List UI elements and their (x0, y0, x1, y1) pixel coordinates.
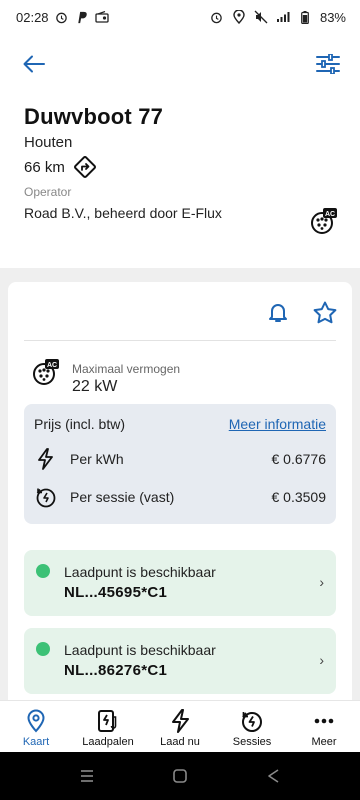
tab-label: Laad nu (160, 736, 200, 748)
price-title: Prijs (incl. btw) (34, 416, 126, 432)
max-power-label: Maximaal vermogen (72, 362, 181, 376)
notify-button[interactable] (266, 300, 290, 324)
tab-meer[interactable]: Meer (288, 701, 360, 752)
operator-label: Operator (24, 185, 72, 199)
connector-card[interactable]: Laadpunt is beschikbaar NL...86276*C1 › (24, 628, 336, 694)
radio-icon (94, 10, 109, 24)
more-info-link[interactable]: Meer informatie (229, 416, 326, 432)
system-back-button[interactable] (253, 756, 293, 796)
station-distance: 66 km (24, 158, 65, 176)
recents-icon (80, 770, 93, 782)
connector-id: NL...86276*C1 (64, 662, 168, 679)
star-icon (313, 301, 337, 324)
connector-status: Laadpunt is beschikbaar (64, 564, 216, 580)
operator-value: Road B.V., beheerd door E-Flux (24, 205, 222, 221)
tab-laad-nu[interactable]: Laad nu (144, 701, 216, 752)
tab-kaart[interactable]: Kaart (0, 701, 72, 752)
bottom-tab-bar: Kaart Laadpalen Laad nu Sessies Meer (0, 700, 360, 752)
system-nav-bar (0, 752, 360, 800)
ac-plug-icon: AC (32, 358, 59, 385)
price-row-kwh: Per kWh € 0.6776 (34, 446, 326, 472)
back-triangle-icon (268, 769, 279, 783)
chevron-right-icon: › (319, 574, 324, 590)
bolt-icon (34, 447, 58, 471)
station-city: Houten (24, 134, 73, 151)
available-status-dot (36, 564, 50, 578)
price-value: € 0.3509 (271, 489, 327, 505)
charger-icon (96, 709, 120, 733)
tab-label: Laadpalen (82, 736, 134, 748)
ac-plug-icon: AC (310, 207, 338, 235)
session-icon (240, 709, 264, 733)
price-row-session: Per sessie (vast) € 0.3509 (34, 484, 326, 510)
connector-card[interactable]: Laadpunt is beschikbaar NL...45695*C1 › (24, 550, 336, 616)
bolt-icon (168, 709, 192, 733)
back-button[interactable] (20, 52, 48, 76)
favorite-button[interactable] (312, 300, 338, 326)
recents-button[interactable] (67, 756, 107, 796)
divider (24, 340, 336, 341)
tab-label: Sessies (232, 736, 272, 748)
signal-icon (276, 10, 290, 24)
session-clock-icon (34, 485, 58, 509)
battery-icon (298, 10, 312, 24)
station-name: Duwvboot 77 (24, 104, 164, 129)
station-header: Duwvboot 77 Houten 66 km Operator Road B… (24, 104, 344, 221)
max-power-value: 22 kW (72, 378, 118, 395)
connector-id: NL...45695*C1 (64, 584, 168, 601)
battery-level: 83% (319, 9, 346, 25)
connector-status: Laadpunt is beschikbaar (64, 642, 216, 658)
price-label: Per kWh (70, 451, 124, 467)
available-status-dot (36, 642, 50, 656)
chevron-right-icon: › (319, 652, 324, 668)
plug-badge-text: AC (325, 211, 335, 218)
status-bar: 02:28 83% (0, 0, 360, 34)
tab-label: Kaart (22, 736, 50, 748)
plug-badge-text: AC (47, 362, 57, 369)
top-app-bar (0, 44, 360, 84)
tab-laadpalen[interactable]: Laadpalen (72, 701, 144, 752)
arrow-left-icon (23, 55, 45, 73)
tab-label: Meer (311, 736, 337, 748)
home-button[interactable] (160, 756, 200, 796)
price-label: Per sessie (vast) (70, 489, 175, 505)
location-icon (232, 10, 246, 24)
price-box: Prijs (incl. btw) Meer informatie Per kW… (24, 404, 336, 524)
home-icon (173, 769, 187, 783)
filter-button[interactable] (314, 52, 342, 76)
alarm-icon (210, 10, 224, 24)
more-dots-icon (312, 709, 336, 733)
paypal-icon (75, 10, 89, 24)
tab-sessies[interactable]: Sessies (216, 701, 288, 752)
distance-row[interactable]: 66 km (24, 155, 344, 179)
directions-icon[interactable] (73, 155, 97, 179)
mute-icon (254, 10, 268, 24)
bell-icon (269, 304, 287, 322)
clock-time: 02:28 (16, 9, 49, 25)
details-card: AC Maximaal vermogen 22 kW Prijs (incl. … (8, 282, 352, 712)
alarm-icon (55, 10, 69, 24)
sliders-icon (316, 54, 340, 74)
map-pin-icon (24, 709, 48, 733)
price-value: € 0.6776 (271, 451, 327, 467)
